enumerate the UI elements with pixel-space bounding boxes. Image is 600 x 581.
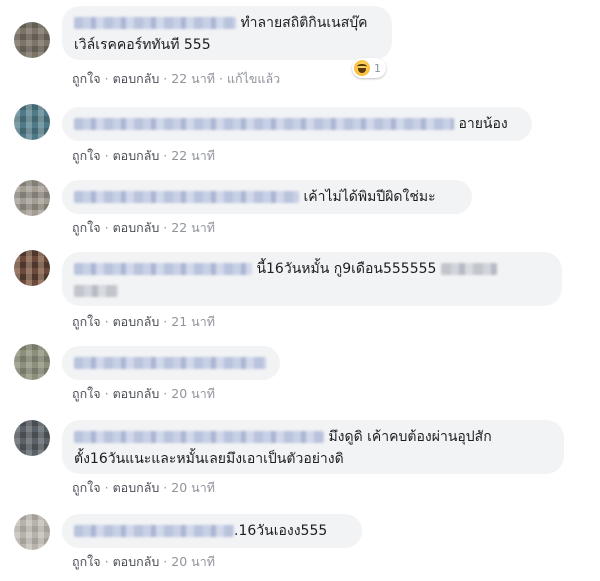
comment-bubble: มึงดูดิ เค้าคบต้องผ่านอุปสัก ตั้ง16วันแน… [62, 420, 564, 474]
comment-text: ตั้ง16วันแนะและหมั้นเลยมึงเอาเป็นตัวอย่า… [74, 451, 344, 467]
like-link[interactable]: ถูกใจ [72, 386, 101, 401]
separator: · [163, 220, 168, 235]
timestamp[interactable]: 20 นาที [171, 480, 215, 495]
reply-link[interactable]: ตอบกลับ [113, 220, 160, 235]
reply-link[interactable]: ตอบกลับ [113, 71, 160, 86]
reaction-badge[interactable]: 1 [352, 58, 386, 78]
separator: · [218, 71, 223, 86]
comment-bubble: เค้าไม่ได้พิมปีผิดใช่มะ [62, 180, 472, 214]
blurred-mention[interactable] [440, 263, 497, 275]
comment-actions: ถูกใจ · ตอบกลับ · 22 นาที [72, 218, 215, 238]
separator: · [104, 314, 109, 329]
like-link[interactable]: ถูกใจ [72, 480, 101, 495]
comment-text: เค้าไม่ได้พิมปีผิดใช่มะ [303, 189, 436, 205]
comment-bubble: ทำลายสถิติกินเนสบุ๊ค เวิล์เรคคอร์ททันที … [62, 6, 392, 60]
separator: · [104, 71, 109, 86]
separator: · [163, 480, 168, 495]
separator: · [163, 314, 168, 329]
like-link[interactable]: ถูกใจ [72, 71, 101, 86]
comment-actions: ถูกใจ · ตอบกลับ · 22 นาที · แก้ไขแล้ว [72, 69, 280, 89]
separator: · [104, 554, 109, 569]
comment-actions: ถูกใจ · ตอบกลับ · 20 นาที [72, 478, 215, 498]
comment-text: อายน้อง [458, 116, 508, 132]
reply-link[interactable]: ตอบกลับ [113, 386, 160, 401]
blurred-author-name[interactable] [74, 191, 299, 203]
avatar[interactable] [14, 180, 50, 216]
separator: · [163, 148, 168, 163]
like-link[interactable]: ถูกใจ [72, 554, 101, 569]
timestamp[interactable]: 20 นาที [171, 386, 215, 401]
comment-bubble: นี้16วันหมั้น กู9เดือน555555 [62, 252, 562, 306]
comment-actions: ถูกใจ · ตอบกลับ · 20 นาที [72, 384, 215, 404]
comment-actions: ถูกใจ · ตอบกลับ · 20 นาที [72, 552, 215, 572]
reply-link[interactable]: ตอบกลับ [113, 480, 160, 495]
reply-link[interactable]: ตอบกลับ [113, 314, 160, 329]
reaction-count: 1 [374, 61, 381, 75]
comment-actions: ถูกใจ · ตอบกลับ · 21 นาที [72, 312, 215, 332]
separator: · [104, 386, 109, 401]
like-link[interactable]: ถูกใจ [72, 148, 101, 163]
timestamp[interactable]: 22 นาที [171, 220, 215, 235]
avatar[interactable] [14, 344, 50, 380]
comment-text: .16วันเองง555 [234, 523, 328, 539]
blurred-mention[interactable] [74, 285, 118, 297]
separator: · [104, 480, 109, 495]
comment-actions: ถูกใจ · ตอบกลับ · 22 นาที [72, 146, 215, 166]
reply-link[interactable]: ตอบกลับ [113, 554, 160, 569]
avatar[interactable] [14, 250, 50, 286]
blurred-author-name[interactable] [74, 17, 236, 29]
blurred-author-name[interactable] [74, 263, 252, 275]
like-link[interactable]: ถูกใจ [72, 314, 101, 329]
like-link[interactable]: ถูกใจ [72, 220, 101, 235]
comment-text: นี้16วันหมั้น กู9เดือน555555 [256, 261, 437, 277]
separator: · [163, 386, 168, 401]
blurred-author-name[interactable] [74, 118, 454, 130]
blurred-author-name[interactable] [74, 525, 234, 537]
haha-emoji-icon [354, 60, 370, 76]
comment-text: เวิล์เรคคอร์ททันที 555 [74, 37, 211, 53]
avatar[interactable] [14, 104, 50, 140]
comment-bubble: .16วันเองง555 [62, 514, 362, 548]
timestamp[interactable]: 20 นาที [171, 554, 215, 569]
avatar[interactable] [14, 514, 50, 550]
blurred-author-name[interactable] [74, 431, 324, 443]
separator: · [104, 220, 109, 235]
timestamp[interactable]: 22 นาที [171, 148, 215, 163]
comment-bubble [62, 346, 280, 380]
separator: · [104, 148, 109, 163]
avatar[interactable] [14, 22, 50, 58]
edited-label[interactable]: แก้ไขแล้ว [227, 71, 280, 86]
timestamp[interactable]: 22 นาที [171, 71, 215, 86]
blurred-author-name[interactable] [74, 357, 266, 369]
comment-text: ทำลายสถิติกินเนสบุ๊ค [240, 15, 368, 31]
separator: · [163, 71, 168, 86]
comment-bubble: อายน้อง [62, 107, 532, 141]
avatar[interactable] [14, 420, 50, 456]
timestamp[interactable]: 21 นาที [171, 314, 215, 329]
comment-text: มึงดูดิ เค้าคบต้องผ่านอุปสัก [328, 429, 492, 445]
reply-link[interactable]: ตอบกลับ [113, 148, 160, 163]
separator: · [163, 554, 168, 569]
